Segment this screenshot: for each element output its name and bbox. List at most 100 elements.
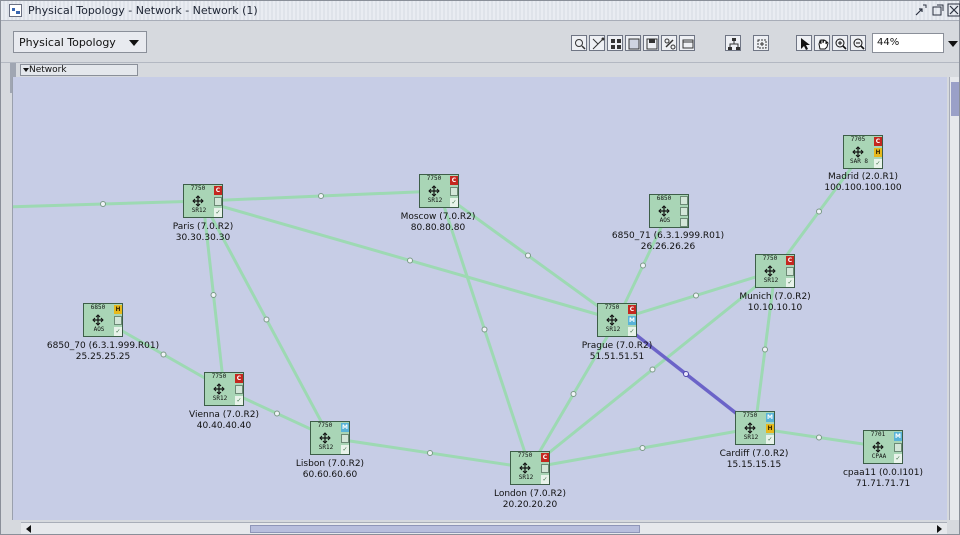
node-icon-box[interactable]: 7750 SR12 C ✓ [510, 451, 550, 485]
status-flag-icon: C [874, 137, 882, 146]
status-flag-icon: ✓ [114, 327, 122, 336]
node-icon-box[interactable]: 6850 AOS H ✓ [83, 303, 123, 337]
node-icon-box[interactable]: 7701 CPAA M ✓ [863, 430, 903, 464]
toolbar: Physical Topology 44% [1, 22, 959, 63]
node-name: Moscow (7.0.R2) [400, 212, 476, 222]
link-midpoint-marker[interactable] [481, 326, 488, 333]
link-offscreen-left-paris[interactable] [13, 199, 204, 209]
title-bar[interactable]: Physical Topology - Network - Network (1… [1, 1, 960, 21]
router-icon [872, 438, 884, 453]
find-icon-button[interactable] [571, 35, 587, 51]
panel-icon-button[interactable] [625, 35, 641, 51]
tree-icon-button[interactable] [725, 35, 741, 51]
node-ip: 51.51.51.51 [589, 352, 645, 362]
topology-canvas[interactable]: 7750 SR12 C ✓ Paris (7.0.R2) 30.30.30.30 7750 S… [12, 77, 947, 520]
router-icon [519, 459, 531, 474]
link-midpoint-marker[interactable] [318, 193, 324, 199]
scroll-left-icon[interactable] [24, 524, 34, 534]
pan-hand-icon-button[interactable] [814, 35, 830, 51]
node-icon-box[interactable]: 7750 SR12 C ✓ [755, 254, 795, 288]
layout-icon-button[interactable] [589, 35, 605, 51]
status-flag-icon [680, 207, 688, 216]
node-icon-box[interactable]: 7750 SR12 C ✓ [204, 372, 244, 406]
link-midpoint-marker[interactable] [640, 262, 646, 269]
node-icon-box[interactable]: 7750 SR12 M H ✓ [735, 411, 775, 445]
maximize-icon[interactable] [930, 3, 945, 18]
node-type: SR12 [518, 474, 534, 481]
node-icon-box[interactable]: 6850 AOS [649, 194, 689, 228]
status-flag-icon: M [894, 432, 902, 441]
link-midpoint-marker[interactable] [407, 257, 413, 264]
breadcrumb[interactable]: Network [20, 64, 138, 76]
link-midpoint-marker[interactable] [639, 445, 646, 451]
zoom-in-icon-button[interactable] [832, 35, 848, 51]
node-ip: 100.100.100.100 [824, 183, 902, 193]
router-icon [764, 262, 776, 277]
node-name: Lisbon (7.0.R2) [295, 459, 365, 469]
router-icon [428, 182, 440, 197]
link-midpoint-marker[interactable] [100, 201, 106, 207]
zoom-out-icon-button[interactable] [850, 35, 866, 51]
status-flag-icon [214, 197, 222, 206]
node-type: SR12 [763, 277, 779, 284]
link-midpoint-marker[interactable] [683, 371, 689, 377]
scroll-right-icon[interactable] [934, 524, 944, 534]
status-flag-icon: C [235, 374, 243, 383]
zoom-level-input[interactable]: 44% [872, 33, 944, 53]
status-flag-icon: C [450, 176, 458, 185]
status-flag-icon: M [341, 423, 349, 432]
topology-window: Physical Topology - Network - Network (1… [0, 0, 960, 535]
window-icon-button[interactable] [679, 35, 695, 51]
node-icon-box[interactable]: 7705 SAR 8 C H ✓ [843, 135, 883, 169]
status-flag-icon [680, 196, 688, 205]
breadcrumb-label: Network [29, 65, 67, 75]
undock-icon[interactable] [913, 3, 928, 18]
pointer-icon-button[interactable] [796, 35, 812, 51]
link-midpoint-marker[interactable] [263, 316, 270, 323]
node-type: SAR 8 [849, 158, 869, 165]
link-midpoint-marker[interactable] [210, 292, 217, 298]
status-flag-icon: ✓ [628, 327, 636, 336]
status-flag-icon: ✓ [450, 198, 458, 207]
router-icon [92, 311, 104, 326]
node-name: London (7.0.R2) [493, 489, 567, 499]
view-select-dropdown[interactable]: Physical Topology [13, 31, 147, 53]
link-midpoint-marker[interactable] [649, 366, 656, 373]
router-icon [319, 429, 331, 444]
status-flag-icon: ✓ [874, 159, 882, 168]
node-type: SR12 [212, 395, 228, 402]
node-label-madrid: Madrid (2.0.R1) 100.100.100.100 [783, 172, 943, 194]
link-midpoint-marker[interactable] [525, 252, 531, 259]
zoom-level-value: 44% [877, 37, 900, 48]
vertical-scrollbar[interactable] [949, 77, 959, 520]
link-midpoint-marker[interactable] [570, 391, 577, 397]
node-ip: 71.71.71.71 [855, 479, 911, 489]
status-flag-icon: H [766, 424, 774, 433]
link-midpoint-marker[interactable] [762, 346, 768, 353]
save-icon-button[interactable] [643, 35, 659, 51]
node-icon-box[interactable]: 7750 SR12 M ✓ [310, 421, 350, 455]
node-icon-box[interactable]: 7750 SR12 C ✓ [183, 184, 223, 218]
status-flag-icon [680, 218, 688, 227]
link-icon-button[interactable] [661, 35, 677, 51]
close-icon[interactable] [946, 3, 960, 18]
node-label-n6850a: 6850_71 (6.3.1.999.R01) 26.26.26.26 [588, 231, 748, 253]
horizontal-scroll-thumb[interactable] [250, 525, 640, 533]
grid-icon-button[interactable] [607, 35, 623, 51]
node-ip: 30.30.30.30 [175, 233, 231, 243]
link-midpoint-marker[interactable] [816, 434, 822, 441]
zoom-chevron-down-icon[interactable] [948, 41, 958, 47]
node-type: SR12 [605, 326, 621, 333]
status-flag-icon: ✓ [235, 396, 243, 405]
node-icon-box[interactable]: 7750 SR12 C M ✓ [597, 303, 637, 337]
topology-app-icon [9, 4, 22, 17]
horizontal-scrollbar[interactable] [21, 522, 947, 534]
node-type: AOS [93, 326, 105, 333]
breadcrumb-bar: Network [1, 63, 959, 77]
node-type: AOS [659, 217, 671, 224]
link-midpoint-marker[interactable] [427, 450, 433, 456]
expand-icon-button[interactable] [753, 35, 769, 51]
link-midpoint-marker[interactable] [816, 208, 822, 215]
node-icon-box[interactable]: 7750 SR12 C ✓ [419, 174, 459, 208]
vertical-scroll-thumb[interactable] [951, 82, 959, 116]
